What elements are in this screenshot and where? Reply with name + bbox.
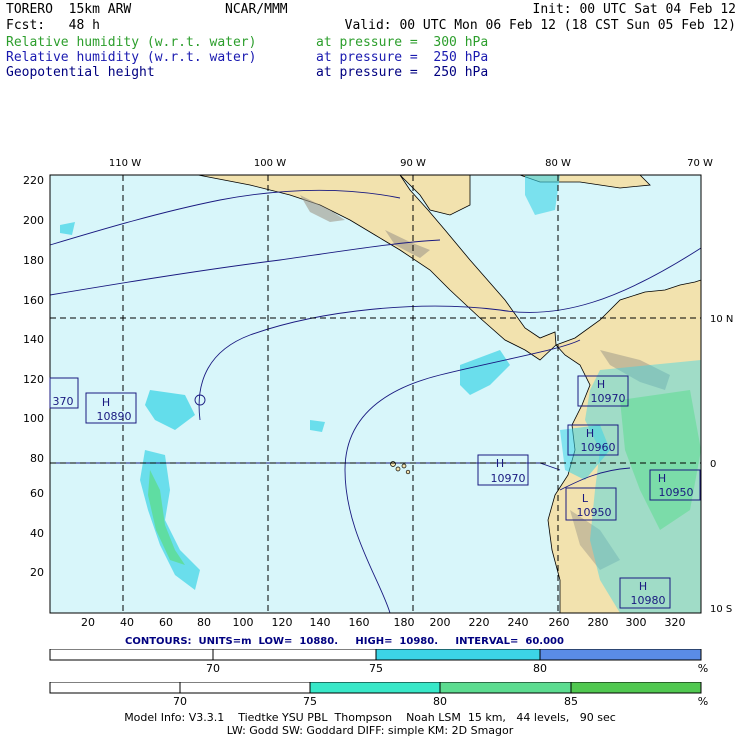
field-height-level: at pressure = 250 hPa [316,65,489,80]
colorbar-label: 85 [564,695,578,708]
pressure-center-value: 10960 [581,441,616,454]
grid-label-x: 320 [665,616,686,629]
colorbar-label: 70 [173,695,187,708]
grid-label-y: 140 [23,333,44,346]
longitude-label: 110 W [109,158,141,169]
pressure-center-type: H [496,457,504,470]
longitude-label: 100 W [254,158,286,169]
colorbar-segment [570,682,702,694]
pressure-center-value: 10950 [577,506,612,519]
grid-label-y: 200 [23,214,44,227]
bottom-grid-labels: 20 40 60 80 100 120 140 160 180 200 220 … [81,616,686,629]
model-info-line1: Model Info: V3.3.1 Tiedtke YSU PBL Thomp… [124,711,616,724]
colorbar-segment [179,682,311,694]
model-info-line2: LW: Godd SW: Goddard DIFF: simple KM: 2D… [226,724,514,737]
pressure-center-value: 10970 [491,472,526,485]
grid-label-x: 120 [272,616,293,629]
grid-label-x: 20 [81,616,95,629]
field-rh250-level: at pressure = 250 hPa [316,50,489,65]
field-height-name: Geopotential height [6,65,155,80]
latitude-labels: 10 N 0 10 S [710,314,733,615]
longitude-labels: 110 W 100 W 90 W 80 W 70 W [109,158,713,169]
grid-label-x: 60 [159,616,173,629]
pressure-center-value: 10980 [631,594,666,607]
contours-info: CONTOURS: UNITS=m LOW= 10880. HIGH= 1098… [125,636,564,647]
colorbar-segment [309,682,441,694]
colorbar-label: % [697,695,709,708]
grid-label-y: 220 [23,174,44,187]
pressure-center-type: H [102,396,110,409]
colorbar-segment [375,649,541,661]
grid-label-x: 140 [310,616,331,629]
latitude-label: 10 N [710,314,733,325]
pressure-center-type: H [586,427,594,440]
grid-label-x: 160 [349,616,370,629]
grid-label-x: 100 [233,616,254,629]
grid-label-y: 160 [23,294,44,307]
colorbar-label: 80 [533,662,547,675]
colorbar-label: 70 [206,662,220,675]
grid-label-x: 80 [197,616,211,629]
grid-label-y: 60 [30,487,44,500]
field-rh300-level: at pressure = 300 hPa [316,35,489,50]
grid-label-y: 180 [23,254,44,267]
valid-time: Valid: 00 UTC Mon 06 Feb 12 (18 CST Sun … [344,18,736,33]
longitude-label: 80 W [545,158,571,169]
colorbar-label: % [697,662,709,675]
pressure-center-type: H [597,378,605,391]
longitude-label: 70 W [687,158,713,169]
grid-label-x: 240 [508,616,529,629]
pressure-center-type: H [658,472,666,485]
colorbar-label: 80 [433,695,447,708]
grid-label-x: 40 [120,616,134,629]
pressure-center-value: 370 [53,395,74,408]
grid-label-y: 20 [30,566,44,579]
colorbar-label: 75 [369,662,383,675]
grid-label-y: 120 [23,373,44,386]
pressure-center-type: L [582,492,589,505]
init-time: Init: 00 UTC Sat 04 Feb 12 [532,2,737,17]
latitude-label: 10 S [710,604,732,615]
field-rh300-name: Relative humidity (w.r.t. water) [6,35,257,50]
grid-label-y: 100 [23,412,44,425]
longitude-label: 90 W [400,158,426,169]
colorbar-segment [539,649,702,661]
latitude-label: 0 [710,459,716,470]
model-name: TORERO 15km ARW [6,2,132,17]
grid-label-x: 200 [430,616,451,629]
colorbar-segment [439,682,572,694]
pressure-center-value: 10950 [659,486,694,499]
pressure-center-value: 10970 [591,392,626,405]
left-grid-labels: 220 200 180 160 140 120 100 80 60 40 20 [23,174,44,579]
organization-label: NCAR/MMM [225,2,288,17]
colorbar-label: 75 [303,695,317,708]
colorbar-segment [49,682,181,694]
grid-label-x: 300 [626,616,647,629]
grid-label-x: 280 [588,616,609,629]
grid-label-x: 260 [549,616,570,629]
field-rh250-name: Relative humidity (w.r.t. water) [6,50,257,65]
grid-label-x: 180 [394,616,415,629]
weather-map: 220 200 180 160 140 120 100 80 60 40 20 … [0,150,740,640]
pressure-center-type: H [639,580,647,593]
grid-label-x: 220 [469,616,490,629]
pressure-center-value: 10890 [97,410,132,423]
grid-label-y: 40 [30,527,44,540]
forecast-hour: Fcst: 48 h [6,18,100,33]
grid-label-y: 80 [30,452,44,465]
